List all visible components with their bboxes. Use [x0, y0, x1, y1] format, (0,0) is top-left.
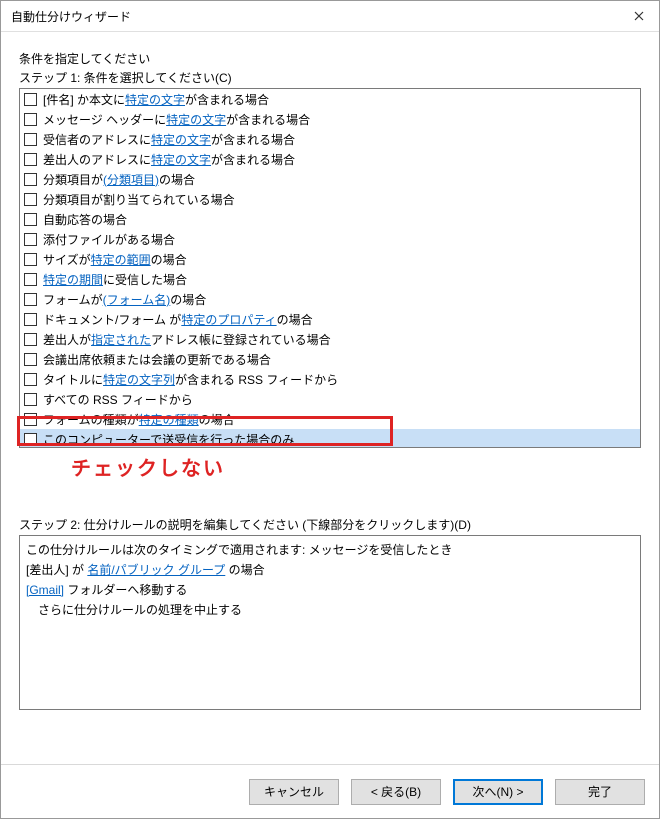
condition-label: フォームの種類が 特定の種類 の場合	[43, 411, 235, 428]
rule-description[interactable]: この仕分けルールは次のタイミングで適用されます: メッセージを受信したとき [差…	[19, 535, 641, 710]
condition-label: タイトルに 特定の文字列 が含まれる RSS フィードから	[43, 371, 338, 388]
back-button[interactable]: < 戻る(B)	[351, 779, 441, 805]
condition-link[interactable]: 特定の範囲	[91, 251, 151, 268]
condition-link[interactable]: 特定の種類	[139, 411, 199, 428]
titlebar: 自動仕分けウィザード	[1, 1, 659, 32]
condition-label: 差出人のアドレスに 特定の文字 が含まれる場合	[43, 151, 295, 168]
condition-checkbox[interactable]	[24, 313, 37, 326]
close-button[interactable]	[619, 1, 659, 31]
condition-row[interactable]: 添付ファイルがある場合	[20, 229, 640, 249]
condition-row[interactable]: ドキュメント/フォーム が 特定のプロパティ の場合	[20, 309, 640, 329]
footer: キャンセル < 戻る(B) 次へ(N) > 完了	[1, 764, 659, 818]
desc-line-2: [差出人] が 名前/パブリック グループ の場合	[26, 560, 634, 580]
condition-checkbox[interactable]	[24, 333, 37, 346]
condition-row[interactable]: 分類項目が (分類項目) の場合	[20, 169, 640, 189]
condition-link[interactable]: 特定の文字	[151, 151, 211, 168]
condition-label: メッセージ ヘッダーに 特定の文字 が含まれる場合	[43, 111, 310, 128]
condition-checkbox[interactable]	[24, 93, 37, 106]
condition-label: このコンピューターで送受信を行った場合のみ	[43, 431, 294, 448]
finish-button[interactable]: 完了	[555, 779, 645, 805]
step2-label: ステップ 2: 仕分けルールの説明を編集してください (下線部分をクリックします…	[19, 516, 641, 533]
condition-label: 自動応答の場合	[43, 211, 127, 228]
condition-label: 分類項目が割り当てられている場合	[43, 191, 235, 208]
desc-line-4: さらに仕分けルールの処理を中止する	[26, 600, 634, 620]
condition-label: サイズが 特定の範囲 の場合	[43, 251, 187, 268]
condition-label: 会議出席依頼または会議の更新である場合	[43, 351, 271, 368]
condition-row[interactable]: 差出人が 指定された アドレス帳に登録されている場合	[20, 329, 640, 349]
condition-label: フォームが (フォーム名) の場合	[43, 291, 206, 308]
condition-checkbox[interactable]	[24, 433, 37, 446]
condition-label: すべての RSS フィードから	[43, 391, 193, 408]
condition-row[interactable]: 差出人のアドレスに 特定の文字 が含まれる場合	[20, 149, 640, 169]
condition-row[interactable]: サイズが 特定の範囲 の場合	[20, 249, 640, 269]
link-folder[interactable]: [Gmail]	[26, 583, 64, 597]
condition-checkbox[interactable]	[24, 393, 37, 406]
step1-label: ステップ 1: 条件を選択してください(C)	[19, 69, 641, 86]
condition-checkbox[interactable]	[24, 133, 37, 146]
condition-row[interactable]: メッセージ ヘッダーに 特定の文字 が含まれる場合	[20, 109, 640, 129]
condition-label: 分類項目が (分類項目) の場合	[43, 171, 195, 188]
condition-row[interactable]: フォームの種類が 特定の種類 の場合	[20, 409, 640, 429]
desc-line-1: この仕分けルールは次のタイミングで適用されます: メッセージを受信したとき	[26, 540, 634, 560]
close-icon	[634, 11, 644, 21]
condition-link[interactable]: 特定の期間	[43, 271, 103, 288]
condition-checkbox[interactable]	[24, 233, 37, 246]
condition-checkbox[interactable]	[24, 113, 37, 126]
condition-row[interactable]: 自動応答の場合	[20, 209, 640, 229]
headline: 条件を指定してください	[19, 50, 641, 67]
condition-checkbox[interactable]	[24, 193, 37, 206]
condition-checkbox[interactable]	[24, 293, 37, 306]
condition-checkbox[interactable]	[24, 173, 37, 186]
condition-checkbox[interactable]	[24, 253, 37, 266]
condition-row[interactable]: 受信者のアドレスに 特定の文字 が含まれる場合	[20, 129, 640, 149]
condition-label: [件名] か本文に 特定の文字 が含まれる場合	[43, 91, 269, 108]
condition-row[interactable]: 特定の期間 に受信した場合	[20, 269, 640, 289]
condition-label: 添付ファイルがある場合	[43, 231, 175, 248]
window-title: 自動仕分けウィザード	[11, 8, 619, 25]
condition-link[interactable]: 指定された	[91, 331, 151, 348]
next-button[interactable]: 次へ(N) >	[453, 779, 543, 805]
condition-link[interactable]: 特定の文字列	[103, 371, 175, 388]
condition-link[interactable]: 特定の文字	[166, 111, 226, 128]
condition-row[interactable]: タイトルに 特定の文字列 が含まれる RSS フィードから	[20, 369, 640, 389]
condition-checkbox[interactable]	[24, 353, 37, 366]
condition-link[interactable]: (フォーム名)	[103, 291, 171, 308]
condition-label: 差出人が 指定された アドレス帳に登録されている場合	[43, 331, 331, 348]
condition-checkbox[interactable]	[24, 213, 37, 226]
wizard-window: 自動仕分けウィザード 条件を指定してください ステップ 1: 条件を選択してくだ…	[0, 0, 660, 819]
condition-checkbox[interactable]	[24, 153, 37, 166]
condition-label: 受信者のアドレスに 特定の文字 が含まれる場合	[43, 131, 295, 148]
condition-checkbox[interactable]	[24, 273, 37, 286]
condition-row[interactable]: すべての RSS フィードから	[20, 389, 640, 409]
cancel-button[interactable]: キャンセル	[249, 779, 339, 805]
condition-row[interactable]: このコンピューターで送受信を行った場合のみ	[20, 429, 640, 448]
condition-row[interactable]: [件名] か本文に 特定の文字 が含まれる場合	[20, 89, 640, 109]
condition-link[interactable]: 特定の文字	[125, 91, 185, 108]
desc-line-3: [Gmail] フォルダーへ移動する	[26, 580, 634, 600]
condition-checkbox[interactable]	[24, 373, 37, 386]
condition-label: ドキュメント/フォーム が 特定のプロパティ の場合	[43, 311, 313, 328]
condition-link[interactable]: 特定の文字	[151, 131, 211, 148]
annotation-text: チェックしない	[71, 452, 225, 481]
condition-list[interactable]: [件名] か本文に 特定の文字 が含まれる場合メッセージ ヘッダーに 特定の文字…	[19, 88, 641, 448]
condition-link[interactable]: (分類項目)	[103, 171, 159, 188]
condition-link[interactable]: 特定のプロパティ	[181, 311, 276, 328]
dialog-body: 条件を指定してください ステップ 1: 条件を選択してください(C) [件名] …	[1, 32, 659, 764]
condition-row[interactable]: 分類項目が割り当てられている場合	[20, 189, 640, 209]
condition-checkbox[interactable]	[24, 413, 37, 426]
condition-row[interactable]: フォームが (フォーム名) の場合	[20, 289, 640, 309]
condition-label: 特定の期間 に受信した場合	[43, 271, 187, 288]
condition-row[interactable]: 会議出席依頼または会議の更新である場合	[20, 349, 640, 369]
link-sender-group[interactable]: 名前/パブリック グループ	[87, 563, 225, 577]
